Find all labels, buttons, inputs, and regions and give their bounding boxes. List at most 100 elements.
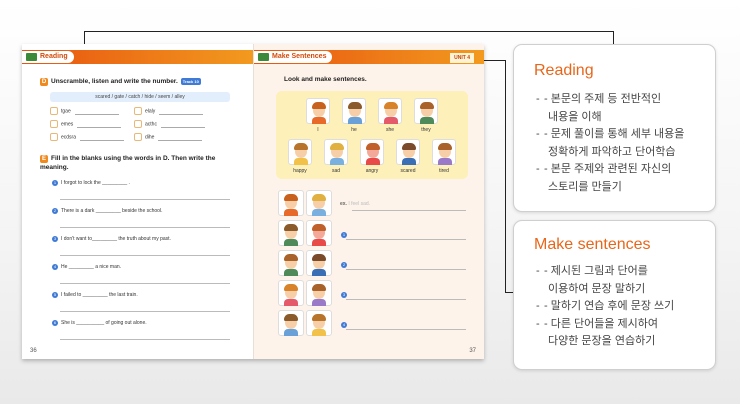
scramble-word: elaly <box>145 108 156 115</box>
feeling-card: sad <box>324 139 348 174</box>
make-connector-down <box>505 60 506 292</box>
answer-line[interactable] <box>346 329 466 330</box>
answer-number: 4 <box>341 322 350 328</box>
scramble-item: ecdsra <box>50 133 125 141</box>
answer-box[interactable] <box>50 120 58 128</box>
sentence-text: I forgot to lock the _________ . <box>61 180 130 186</box>
card-item-line: 스토리를 만들기 <box>548 180 622 193</box>
pronoun-label: I <box>317 127 319 133</box>
boy-illustration <box>342 98 366 124</box>
reading-banner: Reading <box>22 50 253 64</box>
sentence-text: I failed to _________ the last train. <box>61 292 138 298</box>
picture-pair <box>278 280 334 306</box>
answer-line[interactable] <box>160 127 205 128</box>
make-sentences-card: Make sentences - 제시된 그림과 단어를이용하여 문장 말하기 … <box>513 220 716 370</box>
unit-tag: UNIT 4 <box>450 53 474 63</box>
reading-tab-label: Reading <box>40 53 68 60</box>
card-item: - 다른 단어들을 제시하여다양한 문장을 연습하기 <box>536 316 674 351</box>
feeling-label: sad <box>331 168 341 174</box>
answer-line[interactable] <box>80 140 125 141</box>
page-number-right: 37 <box>469 348 476 354</box>
pronoun-card: they <box>414 98 438 133</box>
scramble-item: tgae <box>50 107 119 115</box>
happy-illustration <box>306 310 332 336</box>
answer-number: 1 <box>341 232 350 238</box>
answer-box[interactable] <box>50 107 58 115</box>
fill-sentence: 5I failed to _________ the last train. <box>52 292 138 298</box>
answer-line[interactable] <box>74 114 119 115</box>
scramble-item: dihe <box>134 133 203 141</box>
card-item-line: - 본문 주제와 관련된 자신의 <box>544 163 672 175</box>
answer-box[interactable] <box>134 133 142 141</box>
number-badge: 1 <box>52 180 58 186</box>
number-badge: 3 <box>52 236 58 242</box>
answer-line[interactable] <box>346 299 466 300</box>
answer-line[interactable] <box>346 239 466 240</box>
sentence-text: There is a dark _________ beside the sch… <box>61 208 163 214</box>
left-page: Reading D Unscramble, listen and write th… <box>22 44 254 359</box>
answer-line[interactable] <box>77 127 122 128</box>
reading-tab: Reading <box>22 51 74 63</box>
section-e-text: Fill in the blanks using the words in D.… <box>40 155 216 171</box>
answer-line[interactable] <box>346 269 466 270</box>
meaning-line[interactable] <box>60 199 230 200</box>
make-sentences-tab-label: Make Sentences <box>272 53 327 60</box>
number-badge: 2 <box>52 208 58 214</box>
card-item-line: - 문제 풀이를 통해 세부 내용을 <box>544 128 685 140</box>
picture-panel: I he she they happy sad angry scared tir… <box>276 91 468 179</box>
card-item: - 본문의 주제 등 전반적인내용을 이해 <box>536 91 684 126</box>
meaning-line[interactable] <box>60 255 230 256</box>
number-badge: 6 <box>52 320 58 326</box>
card-item: - 제시된 그림과 단어를이용하여 문장 말하기 <box>536 263 674 298</box>
answer-number: 2 <box>341 262 350 268</box>
tired-illustration <box>432 139 456 165</box>
happy-illustration <box>288 139 312 165</box>
make-sentences-card-title: Make sentences <box>534 236 651 253</box>
sad-illustration <box>306 190 332 216</box>
angry-illustration <box>360 139 384 165</box>
section-d-letter: D <box>40 78 48 87</box>
answer-box[interactable] <box>50 133 58 141</box>
sentence-text: He _________ a nice man. <box>61 264 122 270</box>
meaning-line[interactable] <box>60 311 230 312</box>
pronoun-label: she <box>385 127 395 133</box>
girl-illustration <box>378 98 402 124</box>
right-page: Make Sentences UNIT 4 Look and make sent… <box>254 44 484 359</box>
meaning-line[interactable] <box>60 339 230 340</box>
card-item-line: 이용하여 문장 말하기 <box>548 282 646 295</box>
answer-number: 3 <box>341 292 350 298</box>
answer-box[interactable] <box>134 120 142 128</box>
section-d-title: D Unscramble, listen and write the number… <box>40 78 201 87</box>
scramble-word: emes <box>61 121 74 128</box>
answer-line[interactable] <box>158 140 203 141</box>
number-badge: 2 <box>341 262 347 268</box>
reading-card-list: - 본문의 주제 등 전반적인내용을 이해 - 문제 풀이를 통해 세부 내용을… <box>536 91 684 196</box>
feeling-label: scared <box>400 168 416 174</box>
instruction: Look and make sentences. <box>284 76 367 83</box>
card-item-line: 내용을 이해 <box>548 110 602 123</box>
answer-box[interactable] <box>134 107 142 115</box>
card-item: - 문제 풀이를 통해 세부 내용을정확하게 파악하고 단어학습 <box>536 126 684 161</box>
answer-line[interactable] <box>159 114 204 115</box>
picture-pair <box>278 310 334 336</box>
reading-card: Reading - 본문의 주제 등 전반적인내용을 이해 - 문제 풀이를 통… <box>513 44 716 212</box>
make-sentences-tab: Make Sentences <box>254 51 333 63</box>
angry-illustration <box>306 220 332 246</box>
card-item-line: 정확하게 파악하고 단어학습 <box>548 145 676 158</box>
boy-illustration <box>278 190 304 216</box>
card-item-line: 다양한 문장을 연습하기 <box>548 335 656 347</box>
audio-track-badge[interactable]: Track 10 <box>180 78 201 85</box>
meaning-line[interactable] <box>60 227 230 228</box>
feeling-card: scared <box>396 139 420 174</box>
feeling-card: angry <box>360 139 384 174</box>
meaning-line[interactable] <box>60 283 230 284</box>
scramble-item: acthc <box>134 120 205 128</box>
sad-illustration <box>324 139 348 165</box>
sentence-text: She is __________ of going out alone. <box>61 320 147 326</box>
picture-pair <box>278 250 334 276</box>
boy-illustration <box>278 310 304 336</box>
number-badge: 4 <box>341 322 347 328</box>
boy-illustration <box>306 98 330 124</box>
kids-illustration <box>414 98 438 124</box>
card-item-line: - 제시된 그림과 단어를 <box>544 265 648 277</box>
